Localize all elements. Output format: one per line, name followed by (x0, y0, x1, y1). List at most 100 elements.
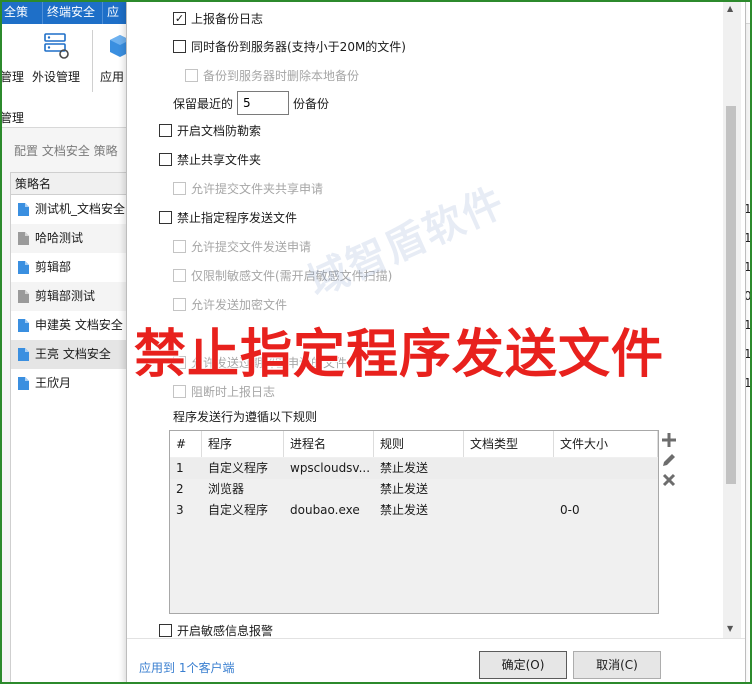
checkbox[interactable] (173, 298, 186, 311)
policy-list-header[interactable]: 策略名 (11, 173, 127, 195)
column-header-doc-type[interactable]: 文档类型 (464, 431, 554, 457)
cell-program: 自定义程序 (208, 461, 269, 475)
policy-file-icon (18, 319, 29, 332)
ribbon-label-peripheral-manage[interactable]: 外设管理 (32, 68, 80, 85)
column-header-file-size[interactable]: 文件大小 (554, 431, 658, 457)
policy-name: 王亮 文档安全 (35, 347, 111, 361)
delete-rule-icon[interactable] (661, 472, 677, 488)
checkbox[interactable] (173, 240, 186, 253)
checkbox[interactable] (159, 624, 172, 637)
option-sensitive-alert[interactable]: 开启敏感信息报警 (159, 622, 273, 638)
apply-to-clients-link[interactable]: 应用到 1个客户端 (139, 659, 234, 676)
checkbox[interactable] (159, 153, 172, 166)
cell-process: doubao.exe (290, 503, 360, 517)
ribbon-label-application[interactable]: 应用 (100, 68, 124, 85)
option-label: 上报备份日志 (191, 12, 264, 26)
scroll-thumb[interactable] (726, 106, 736, 484)
cell-rule: 禁止发送 (380, 503, 429, 517)
column-header-rule[interactable]: 规则 (374, 431, 464, 457)
rule-table-header: # 程序 进程名 规则 文档类型 文件大小 (170, 431, 658, 457)
cell-index: 2 (176, 482, 184, 496)
column-header-index[interactable]: # (170, 431, 202, 457)
policy-name: 申建英 文档安全 (35, 318, 123, 332)
backup-count-input[interactable] (237, 91, 289, 115)
checkbox[interactable] (173, 269, 186, 282)
column-header-process[interactable]: 进程名 (284, 431, 374, 457)
option-ransomware-protection[interactable]: 开启文档防勒索 (159, 122, 261, 140)
option-forbid-shared-folder[interactable]: 禁止共享文件夹 (159, 151, 261, 169)
rule-table-heading: 程序发送行为遵循以下规则 (173, 410, 318, 424)
policy-file-icon (18, 203, 29, 216)
policy-row[interactable]: 哈哈测试 (11, 224, 127, 253)
policy-row-selected[interactable]: 王亮 文档安全 (11, 340, 127, 369)
policy-row[interactable]: 剪辑部 (11, 253, 127, 282)
cell-process (284, 479, 374, 500)
option-label: 开启文档防勒索 (177, 124, 262, 138)
policy-name: 王欣月 (35, 376, 72, 390)
option-report-backup-log[interactable]: ✓ 上报备份日志 (173, 10, 263, 28)
cancel-button[interactable]: 取消(C) (573, 651, 661, 679)
cell-file-size (554, 458, 658, 479)
option-label: 开启敏感信息报警 (177, 624, 274, 638)
dialog-scrollbar[interactable]: ▲ ▼ (723, 0, 741, 638)
checkbox-checked[interactable]: ✓ (173, 12, 186, 25)
tab-terminal-security[interactable]: 终端安全 (42, 0, 102, 24)
option-delete-local-backup[interactable]: 备份到服务器时删除本地备份 (185, 67, 359, 85)
tab-application[interactable]: 应用 (102, 0, 128, 43)
ribbon-group-label: 管理 (0, 111, 25, 125)
edit-rule-icon[interactable] (661, 452, 677, 468)
policy-file-icon (18, 290, 29, 303)
checkbox[interactable] (185, 69, 198, 82)
checkbox[interactable] (173, 182, 186, 195)
program-rule-table: # 程序 进程名 规则 文档类型 文件大小 1 自定义程序 wpscloudsv… (169, 430, 659, 614)
cell-file-size (554, 479, 658, 500)
policy-name: 剪辑部 (35, 260, 72, 274)
policy-row[interactable]: 剪辑部测试 (11, 282, 127, 311)
ribbon-separator (92, 30, 93, 92)
device-management-icon[interactable] (44, 32, 70, 60)
cell-process: wpscloudsv... (290, 461, 371, 475)
ok-button[interactable]: 确定(O) (479, 651, 567, 679)
policy-file-icon (18, 377, 29, 390)
ribbon-label-manage[interactable]: 管理 (0, 68, 24, 85)
table-row[interactable]: 3 自定义程序 doubao.exe 禁止发送 0-0 (170, 500, 658, 521)
option-label: 阻断时上报日志 (191, 385, 276, 399)
dialog-footer: 应用到 1个客户端 确定(O) 取消(C) (127, 638, 745, 684)
breadcrumb: 配置 文档安全 策略 (14, 144, 118, 158)
annotation-caption: 禁止指定程序发送文件 (134, 325, 665, 385)
option-allow-shared-folder-request[interactable]: 允许提交文件夹共享申请 (173, 180, 323, 198)
scroll-up-arrow-icon[interactable]: ▲ (727, 4, 733, 13)
policy-file-icon (18, 261, 29, 274)
table-row[interactable]: 1 自定义程序 wpscloudsv... 禁止发送 (170, 458, 658, 479)
option-label: 备份到服务器时删除本地备份 (203, 69, 360, 83)
ribbon-toolbar: 管理 外设管理 应用 管理 (0, 24, 130, 128)
checkbox[interactable] (159, 124, 172, 137)
option-allow-send-request[interactable]: 允许提交文件发送申请 (173, 238, 311, 256)
policy-list: 策略名 测试机_文档安全 哈哈测试 剪辑部 剪辑部测试 申建英 文档安全 王亮 … (10, 172, 128, 684)
scroll-down-arrow-icon[interactable]: ▼ (727, 624, 733, 633)
option-label: 允许提交文件夹共享申请 (191, 182, 324, 196)
cell-rule: 禁止发送 (380, 482, 429, 496)
option-label: 禁止共享文件夹 (177, 153, 262, 167)
checkbox[interactable] (173, 40, 186, 53)
policy-row[interactable]: 申建英 文档安全 (11, 311, 127, 340)
option-forbid-program-send[interactable]: 禁止指定程序发送文件 (159, 209, 297, 227)
option-label: 允许发送加密文件 (191, 298, 288, 312)
cell-doc-type (464, 458, 554, 479)
add-rule-icon[interactable] (661, 432, 677, 448)
backup-keep-suffix: 份备份 (293, 97, 330, 111)
option-label: 允许提交文件发送申请 (191, 240, 312, 254)
cell-doc-type (464, 500, 554, 521)
policy-row[interactable]: 测试机_文档安全 (11, 195, 127, 224)
tab-all-policy[interactable]: 全策略 (0, 0, 42, 43)
checkbox[interactable] (159, 211, 172, 224)
table-row[interactable]: 2 浏览器 禁止发送 (170, 479, 658, 500)
column-header-program[interactable]: 程序 (202, 431, 284, 457)
cell-doc-type (464, 479, 554, 500)
option-backup-to-server[interactable]: 同时备份到服务器(支持小于20M的文件) (173, 38, 406, 56)
policy-name: 哈哈测试 (35, 231, 84, 245)
policy-file-icon (18, 232, 29, 245)
cell-rule: 禁止发送 (380, 461, 429, 475)
cell-program: 浏览器 (208, 482, 245, 496)
policy-row[interactable]: 王欣月 (11, 369, 127, 398)
